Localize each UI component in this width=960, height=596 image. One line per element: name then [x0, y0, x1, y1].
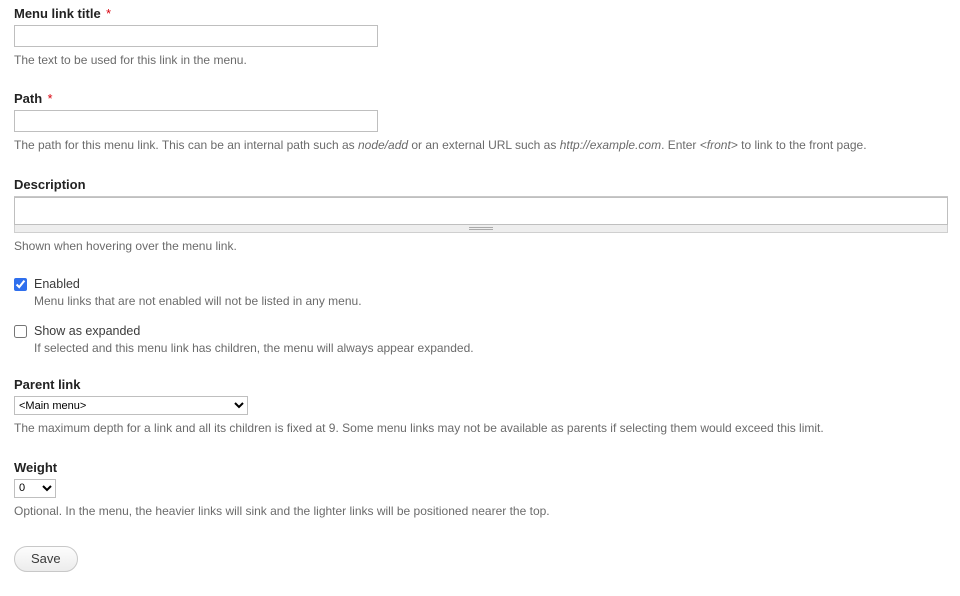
- enabled-help: Menu links that are not enabled will not…: [34, 294, 948, 308]
- expanded-help: If selected and this menu link has child…: [34, 341, 948, 355]
- textarea-resize-grippie[interactable]: [14, 225, 948, 233]
- field-weight: Weight 0 Optional. In the menu, the heav…: [14, 460, 948, 520]
- description-help: Shown when hovering over the menu link.: [14, 238, 948, 255]
- enabled-checkbox[interactable]: [14, 278, 27, 291]
- parent-link-help: The maximum depth for a link and all its…: [14, 420, 948, 437]
- weight-label: Weight: [14, 460, 57, 475]
- weight-select[interactable]: 0: [14, 479, 56, 498]
- field-path: Path * The path for this menu link. This…: [14, 91, 948, 154]
- grip-icon: [469, 227, 493, 230]
- path-help-example3: <front>: [700, 138, 738, 152]
- path-help-text: The path for this menu link. This can be…: [14, 138, 358, 152]
- path-help-example2: http://example.com: [560, 138, 661, 152]
- expanded-checkbox[interactable]: [14, 325, 27, 338]
- path-help-example1: node/add: [358, 138, 408, 152]
- parent-link-label: Parent link: [14, 377, 80, 392]
- menu-link-title-input[interactable]: [14, 25, 378, 47]
- save-button[interactable]: Save: [14, 546, 78, 572]
- field-expanded: Show as expanded If selected and this me…: [14, 324, 948, 355]
- menu-link-title-help: The text to be used for this link in the…: [14, 52, 948, 69]
- weight-help: Optional. In the menu, the heavier links…: [14, 503, 948, 520]
- enabled-label: Enabled: [34, 277, 80, 291]
- path-help-text: or an external URL such as: [408, 138, 560, 152]
- path-label: Path: [14, 91, 42, 106]
- menu-link-title-label: Menu link title: [14, 6, 101, 21]
- expanded-label: Show as expanded: [34, 324, 140, 338]
- path-help-text: . Enter: [661, 138, 700, 152]
- field-menu-link-title: Menu link title * The text to be used fo…: [14, 6, 948, 69]
- field-description: Description Shown when hovering over the…: [14, 177, 948, 255]
- path-help-text: to link to the front page.: [738, 138, 867, 152]
- path-help: The path for this menu link. This can be…: [14, 137, 948, 154]
- required-marker: *: [48, 92, 53, 106]
- parent-link-select[interactable]: <Main menu>: [14, 396, 248, 415]
- field-parent-link: Parent link <Main menu> The maximum dept…: [14, 377, 948, 437]
- required-marker: *: [106, 7, 111, 21]
- path-input[interactable]: [14, 110, 378, 132]
- description-textarea[interactable]: [14, 197, 948, 225]
- description-label: Description: [14, 177, 86, 192]
- field-enabled: Enabled Menu links that are not enabled …: [14, 277, 948, 308]
